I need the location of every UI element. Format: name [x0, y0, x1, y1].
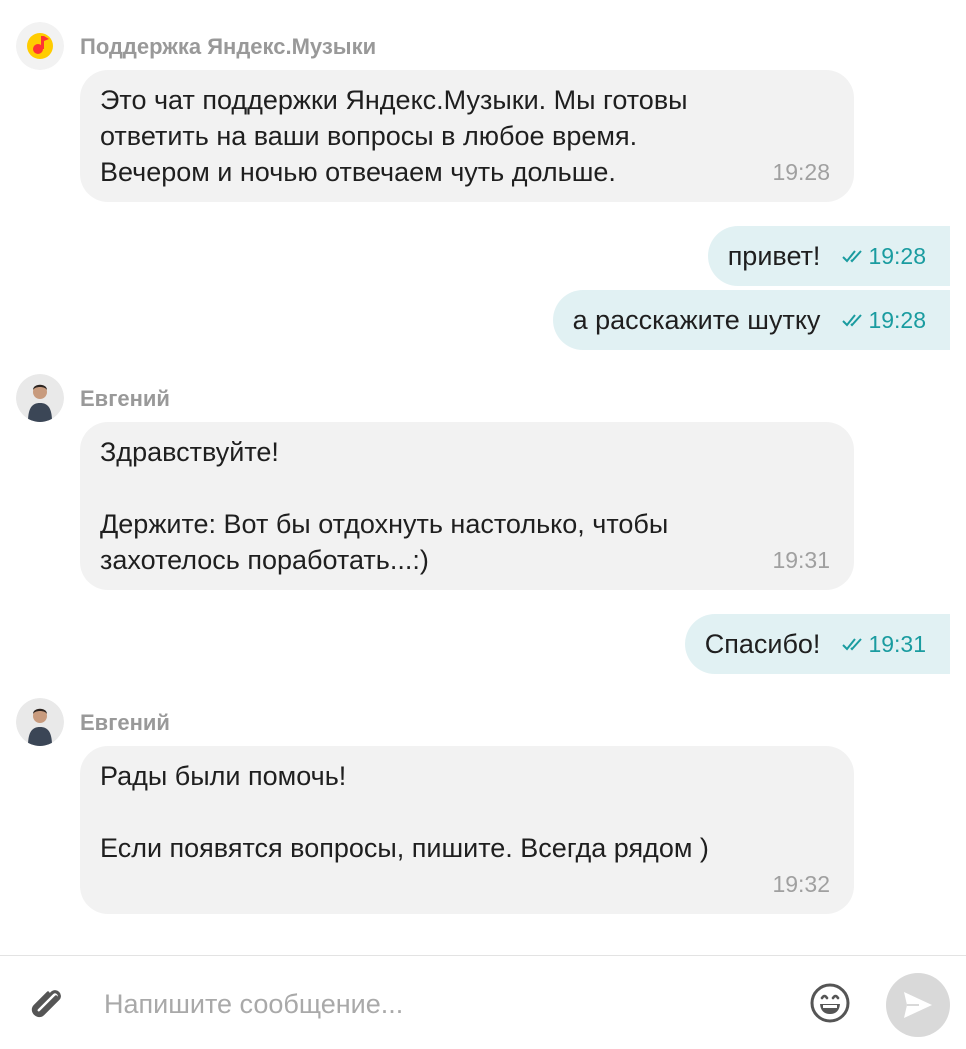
message-bubble-incoming: Рады были помочь! Если появятся вопросы,…: [80, 746, 854, 914]
message-time: 19:28: [772, 159, 830, 185]
smiley-icon[interactable]: [808, 981, 852, 1030]
message-text: Здравствуйте! Держите: Вот бы отдохнуть …: [100, 437, 669, 575]
message-bubble-outgoing: а расскажите шутку 19:28: [552, 290, 950, 350]
yandex-music-logo-avatar: [16, 22, 64, 70]
message-composer: [0, 955, 966, 1049]
message-bubble-incoming: Это чат поддержки Яндекс.Музыки. Мы гото…: [80, 70, 854, 202]
message-input[interactable]: [104, 984, 794, 1024]
message-text: Рады были помочь! Если появятся вопросы,…: [100, 761, 709, 863]
message-text: Это чат поддержки Яндекс.Музыки. Мы гото…: [100, 85, 688, 187]
double-check-icon: [842, 314, 863, 327]
sender-name-agent: Евгений: [80, 386, 170, 411]
send-button[interactable]: [886, 973, 950, 1037]
agent-avatar: [16, 698, 64, 746]
message-text: привет!: [727, 240, 821, 271]
sender-name-support: Поддержка Яндекс.Музыки: [80, 34, 377, 59]
message-time: 19:31: [772, 547, 830, 573]
message-text: Спасибо!: [704, 628, 821, 659]
double-check-icon: [842, 638, 863, 651]
message-time: 19:28: [868, 306, 926, 333]
message-bubble-incoming: Здравствуйте! Держите: Вот бы отдохнуть …: [80, 422, 854, 590]
paperclip-icon[interactable]: [26, 983, 68, 1030]
agent-avatar: [16, 374, 64, 422]
message-bubble-outgoing: привет! 19:28: [707, 226, 950, 286]
message-time: 19:28: [868, 242, 926, 269]
sender-name-agent: Евгений: [80, 710, 170, 735]
double-check-icon: [842, 250, 863, 263]
message-time: 19:31: [868, 630, 926, 657]
message-time: 19:32: [772, 871, 830, 897]
message-text: а расскажите шутку: [572, 304, 821, 335]
message-bubble-outgoing: Спасибо! 19:31: [684, 614, 950, 674]
send-arrow-icon: [904, 992, 932, 1018]
